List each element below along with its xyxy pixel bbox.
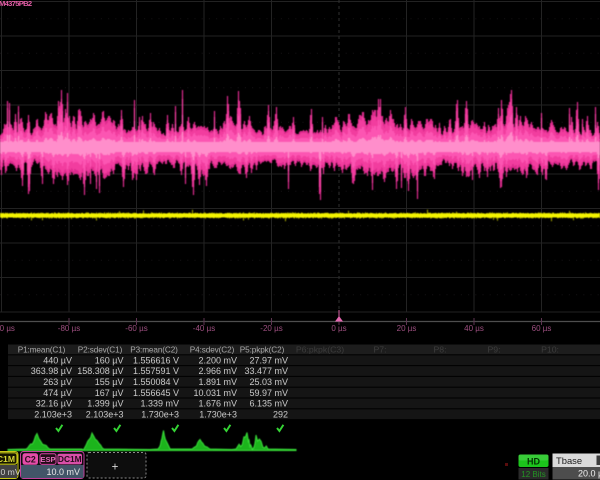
- svg-text:P5:pkpk(C2): P5:pkpk(C2): [240, 345, 285, 354]
- svg-text:160 µV: 160 µV: [95, 355, 124, 365]
- svg-text:10.0 mV: 10.0 mV: [46, 467, 80, 477]
- svg-text:-60 µs: -60 µs: [125, 324, 147, 333]
- svg-text:P7:: P7:: [373, 344, 386, 354]
- svg-text:167 µV: 167 µV: [95, 388, 124, 398]
- svg-text:474 µV: 474 µV: [43, 388, 72, 398]
- svg-text:-20 µs: -20 µs: [260, 324, 282, 333]
- svg-text:27.97 mV: 27.97 mV: [249, 355, 288, 365]
- svg-text:1.730e+3: 1.730e+3: [141, 409, 179, 419]
- svg-text:-40 µs: -40 µs: [193, 324, 215, 333]
- svg-text:263 µV: 263 µV: [43, 377, 72, 387]
- svg-text:P1:mean(C1): P1:mean(C1): [18, 345, 66, 354]
- svg-text:32.16 µV: 32.16 µV: [36, 399, 72, 409]
- svg-text:1.556645 V: 1.556645 V: [133, 388, 179, 398]
- svg-text:P10:: P10:: [541, 344, 559, 354]
- svg-text:1.891 mV: 1.891 mV: [198, 377, 237, 387]
- svg-text:P6:pkpk(C3): P6:pkpk(C3): [296, 344, 344, 354]
- svg-text:M4375PB2: M4375PB2: [0, 0, 32, 8]
- svg-text:292: 292: [273, 409, 288, 419]
- svg-text:-80 µs: -80 µs: [58, 324, 80, 333]
- svg-text:2.966 mV: 2.966 mV: [198, 366, 237, 376]
- svg-text:1.556616 V: 1.556616 V: [133, 355, 179, 365]
- svg-text:DC1M: DC1M: [58, 454, 82, 464]
- svg-text:Tbase: Tbase: [556, 455, 582, 466]
- svg-text:40 µs: 40 µs: [464, 324, 484, 333]
- svg-text:P2:sdev(C1): P2:sdev(C1): [78, 345, 123, 354]
- svg-text:20.0 µs/div: 20.0 µs/div: [578, 469, 600, 479]
- svg-text:363.98 µV: 363.98 µV: [31, 366, 72, 376]
- svg-text:10.031 mV: 10.031 mV: [193, 388, 237, 398]
- svg-text:0 mV: 0 mV: [1, 467, 21, 477]
- svg-text:20 µs: 20 µs: [397, 324, 417, 333]
- svg-text:1.676 mV: 1.676 mV: [198, 399, 237, 409]
- svg-text:HD: HD: [527, 456, 540, 466]
- svg-text:ESP: ESP: [40, 455, 55, 464]
- svg-text:1.399 µV: 1.399 µV: [87, 399, 123, 409]
- svg-text:P4:sdev(C2): P4:sdev(C2): [190, 345, 235, 354]
- svg-text:33.477 mV: 33.477 mV: [244, 366, 288, 376]
- svg-text:60 µs: 60 µs: [532, 324, 552, 333]
- svg-text:2.103e+3: 2.103e+3: [34, 409, 72, 419]
- svg-text:2.103e+3: 2.103e+3: [86, 409, 124, 419]
- svg-text:1.339 mV: 1.339 mV: [140, 399, 179, 409]
- svg-text:440 µV: 440 µV: [43, 355, 72, 365]
- svg-text:6.135 mV: 6.135 mV: [249, 399, 288, 409]
- svg-text:158.308 µV: 158.308 µV: [77, 366, 123, 376]
- svg-text:C2: C2: [25, 454, 36, 464]
- svg-text:12 Bits: 12 Bits: [521, 470, 545, 479]
- svg-text:P8:: P8:: [433, 344, 446, 354]
- svg-text:25.03 mV: 25.03 mV: [249, 377, 288, 387]
- svg-text:2.200 mV: 2.200 mV: [198, 355, 237, 365]
- svg-text:-100 µs: -100 µs: [0, 324, 15, 333]
- svg-text:+: +: [112, 462, 119, 474]
- svg-text:P3:mean(C2): P3:mean(C2): [130, 345, 178, 354]
- svg-text:1.550084 V: 1.550084 V: [133, 377, 179, 387]
- svg-text:1.730e+3: 1.730e+3: [199, 409, 237, 419]
- svg-text:DC1M: DC1M: [0, 454, 15, 464]
- svg-text:0 µs: 0 µs: [331, 324, 346, 333]
- svg-text:155 µV: 155 µV: [95, 377, 124, 387]
- svg-text:1.557591 V: 1.557591 V: [133, 366, 179, 376]
- svg-text:P9:: P9:: [487, 344, 500, 354]
- svg-text:59.97 mV: 59.97 mV: [249, 388, 288, 398]
